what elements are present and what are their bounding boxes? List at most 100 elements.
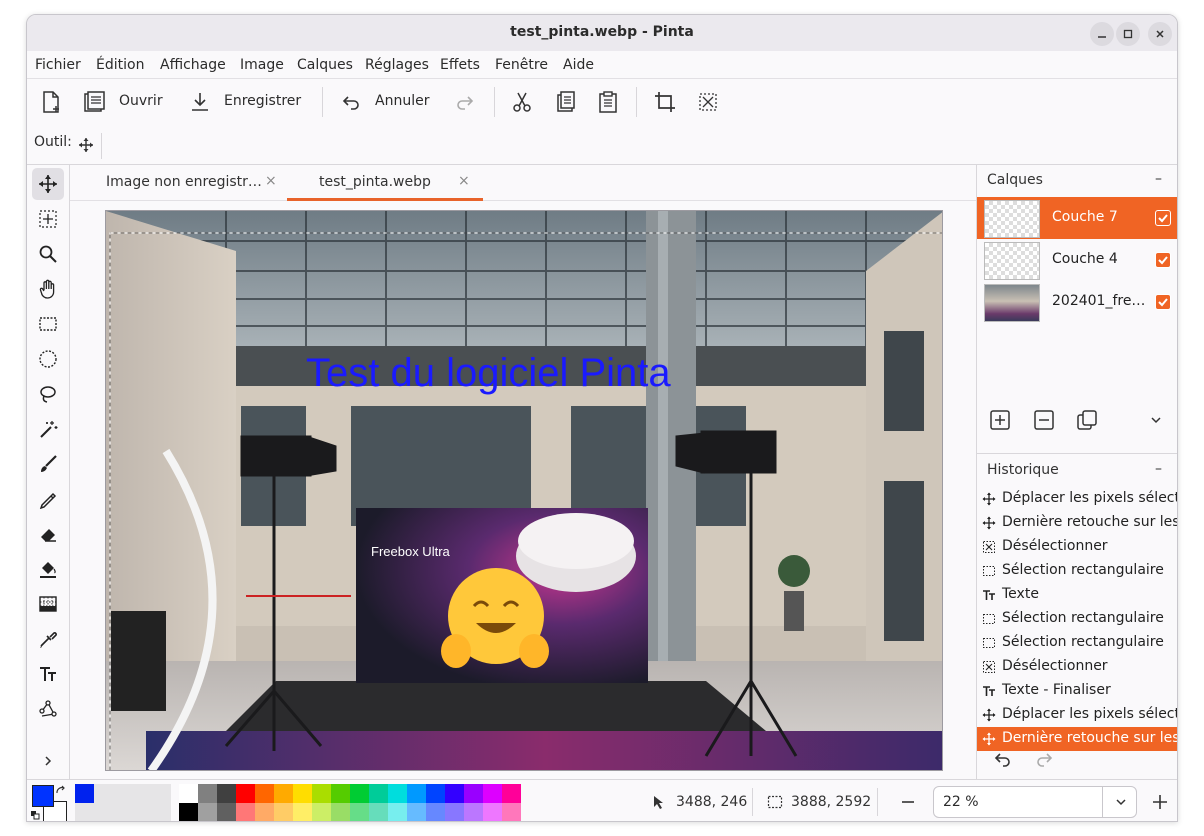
tool-color-picker[interactable] [32, 623, 64, 655]
history-item[interactable]: Désélectionner [977, 535, 1177, 559]
minimize-button[interactable] [1090, 22, 1114, 46]
recent-color-swatch[interactable] [75, 784, 94, 803]
palette-swatch[interactable] [502, 803, 521, 821]
tool-paint-bucket[interactable] [32, 553, 64, 585]
palette-swatch[interactable] [331, 803, 350, 821]
history-item[interactable]: Texte [977, 583, 1177, 607]
zoom-value[interactable]: 22 % [943, 794, 979, 810]
more-tools-button[interactable] [32, 745, 64, 777]
palette-swatch[interactable] [198, 784, 217, 803]
palette-swatch[interactable] [445, 803, 464, 821]
palette-swatch[interactable] [407, 803, 426, 821]
zoom-in-button[interactable] [1151, 793, 1169, 811]
menu-calques[interactable]: Calques [297, 57, 353, 73]
redo-button[interactable] [450, 87, 480, 117]
palette-swatch[interactable] [426, 803, 445, 821]
history-redo-button[interactable] [1034, 749, 1054, 773]
menu-fenetre[interactable]: Fenêtre [495, 57, 548, 73]
tool-move-selection[interactable] [32, 203, 64, 235]
layer-row-couche-7[interactable]: Couche 7 [977, 197, 1177, 239]
tool-move-selected[interactable] [32, 168, 64, 200]
layer-visibility-checkbox[interactable] [1155, 252, 1171, 268]
palette-swatch[interactable] [179, 784, 198, 803]
palette-swatch[interactable] [274, 784, 293, 803]
tool-ellipse-select[interactable] [32, 343, 64, 375]
palette-swatch[interactable] [369, 803, 388, 821]
tool-pencil[interactable] [32, 483, 64, 515]
primary-color-swatch[interactable] [32, 785, 54, 807]
history-item[interactable]: Dernière retouche sur les pixels [977, 727, 1177, 751]
palette-swatch[interactable] [464, 784, 483, 803]
palette-swatch[interactable] [274, 803, 293, 821]
history-item[interactable]: Sélection rectangulaire [977, 631, 1177, 655]
layer-row-background[interactable]: 202401_fre… [977, 281, 1177, 323]
palette-swatch[interactable] [388, 803, 407, 821]
undo-label[interactable]: Annuler [375, 93, 429, 109]
palette-swatch[interactable] [331, 784, 350, 803]
tool-paintbrush[interactable] [32, 448, 64, 480]
palette-swatch[interactable] [502, 784, 521, 803]
menu-affichage[interactable]: Affichage [160, 57, 226, 73]
copy-button[interactable] [551, 87, 581, 117]
add-layer-button[interactable] [989, 409, 1013, 433]
tool-text[interactable] [32, 658, 64, 690]
palette-swatch[interactable] [236, 803, 255, 821]
history-item[interactable]: Sélection rectangulaire [977, 607, 1177, 631]
palette-swatch[interactable] [426, 784, 445, 803]
tool-magic-wand[interactable] [32, 413, 64, 445]
tool-eraser[interactable] [32, 518, 64, 550]
layers-panel-minimize-button[interactable]: – [1155, 171, 1162, 187]
history-item[interactable]: Texte - Finaliser [977, 679, 1177, 703]
history-item[interactable]: Déplacer les pixels sélectionnés [977, 487, 1177, 511]
layer-menu-button[interactable] [1149, 413, 1165, 429]
palette-swatch[interactable] [217, 803, 236, 821]
history-item[interactable]: Dernière retouche sur les pixels [977, 511, 1177, 535]
open-label[interactable]: Ouvrir [119, 93, 163, 109]
reset-colors-icon[interactable] [30, 810, 40, 820]
history-undo-button[interactable] [993, 749, 1013, 773]
palette-swatch[interactable] [483, 803, 502, 821]
palette-swatch[interactable] [236, 784, 255, 803]
duplicate-layer-button[interactable] [1076, 409, 1100, 433]
palette-swatch[interactable] [217, 784, 236, 803]
swap-colors-icon[interactable] [55, 785, 67, 797]
save-label[interactable]: Enregistrer [224, 93, 301, 109]
history-item[interactable]: Sélection rectangulaire [977, 559, 1177, 583]
close-tab-icon[interactable]: × [265, 173, 277, 189]
menu-reglages[interactable]: Réglages [365, 57, 429, 73]
menu-effets[interactable]: Effets [440, 57, 480, 73]
zoom-out-button[interactable] [900, 794, 918, 812]
menu-fichier[interactable]: Fichier [35, 57, 81, 73]
tool-rectangle-select[interactable] [32, 308, 64, 340]
palette-swatch[interactable] [388, 784, 407, 803]
history-item[interactable]: Désélectionner [977, 655, 1177, 679]
tool-lasso-select[interactable] [32, 378, 64, 410]
close-button[interactable] [1148, 22, 1172, 46]
palette-swatch[interactable] [445, 784, 464, 803]
history-panel-minimize-button[interactable]: – [1155, 461, 1162, 477]
palette-swatch[interactable] [483, 784, 502, 803]
deselect-all-button[interactable] [693, 87, 723, 117]
palette-swatch[interactable] [369, 784, 388, 803]
undo-button[interactable] [336, 87, 366, 117]
tool-gradient[interactable] [32, 588, 64, 620]
paste-button[interactable] [593, 87, 623, 117]
save-button[interactable] [185, 87, 215, 117]
palette-swatch[interactable] [350, 803, 369, 821]
tool-zoom[interactable] [32, 238, 64, 270]
palette-swatch[interactable] [179, 803, 198, 821]
palette-swatch[interactable] [198, 803, 217, 821]
palette-swatch[interactable] [255, 784, 274, 803]
cut-button[interactable] [507, 87, 537, 117]
new-image-button[interactable] [36, 87, 66, 117]
close-tab-icon[interactable]: × [458, 173, 470, 189]
palette-swatch[interactable] [407, 784, 426, 803]
tool-shapes[interactable] [32, 693, 64, 725]
tool-pan[interactable] [32, 273, 64, 305]
crop-button[interactable] [650, 87, 680, 117]
zoom-dropdown-button[interactable] [1102, 787, 1138, 817]
menu-edition[interactable]: Édition [96, 57, 144, 73]
maximize-button[interactable] [1116, 22, 1140, 46]
layer-visibility-checkbox[interactable] [1155, 294, 1171, 310]
delete-layer-button[interactable] [1033, 409, 1057, 433]
